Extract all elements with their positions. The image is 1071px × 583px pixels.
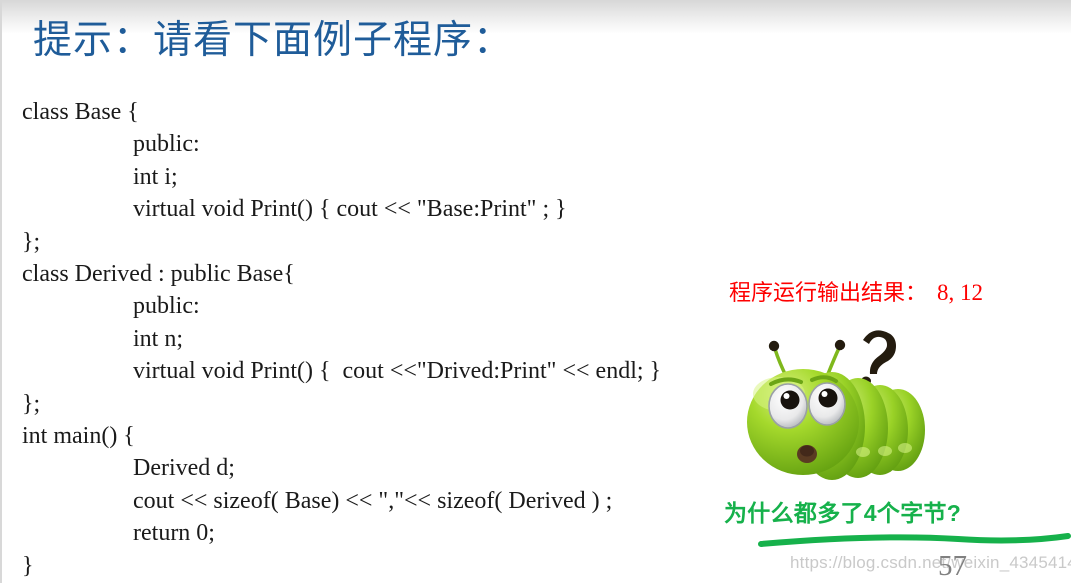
- code-line: virtual void Print() { cout <<"Drived:Pr…: [133, 358, 662, 385]
- code-line: return 0;: [133, 520, 215, 547]
- code-line: public:: [133, 131, 200, 158]
- eye-glint-right: [821, 391, 828, 397]
- eye-glint-left: [783, 393, 790, 399]
- code-line: virtual void Print() { cout << "Base:Pri…: [133, 196, 567, 223]
- code-line: class Derived : public Base{: [22, 261, 295, 288]
- code-line: }: [22, 552, 34, 579]
- pupil-right: [818, 388, 838, 408]
- pupil-left: [780, 390, 800, 410]
- watermark-url: https://blog.csdn.net/weixin_43454149: [790, 553, 1071, 572]
- code-line: cout << sizeof( Base) << ","<< sizeof( D…: [133, 487, 613, 514]
- antenna-tip-right: [834, 339, 846, 351]
- code-line: int main() {: [22, 423, 135, 450]
- slide-canvas: 提示：请看下面例子程序： class Base { public: int i;…: [0, 0, 1071, 583]
- program-output-value: 8, 12: [937, 280, 984, 305]
- program-output-label: 程序运行输出结果：: [729, 280, 928, 305]
- question-mark-glyph: [861, 330, 896, 386]
- page-number: 57: [938, 550, 967, 582]
- code-line: Derived d;: [133, 455, 235, 482]
- mouth-inner: [800, 445, 814, 457]
- question-annotation: 为什么都多了4个字节?: [724, 500, 962, 526]
- code-block: class Base { public: int i; virtual void…: [22, 96, 661, 582]
- code-line: int n;: [133, 325, 184, 352]
- left-edge-rule: [0, 0, 2, 583]
- program-output-annotation: 程序运行输出结果： 8, 12: [729, 275, 983, 307]
- page-title: 提示：请看下面例子程序：: [33, 19, 514, 62]
- code-line: public:: [133, 293, 200, 320]
- code-line: };: [22, 390, 41, 417]
- antenna-tip-left: [768, 340, 780, 352]
- code-line: class Base {: [22, 99, 139, 125]
- caterpillar-bug-icon: [735, 318, 935, 490]
- code-line: };: [22, 228, 41, 255]
- code-line: int i;: [133, 163, 178, 190]
- green-underline-stroke: [758, 530, 1071, 554]
